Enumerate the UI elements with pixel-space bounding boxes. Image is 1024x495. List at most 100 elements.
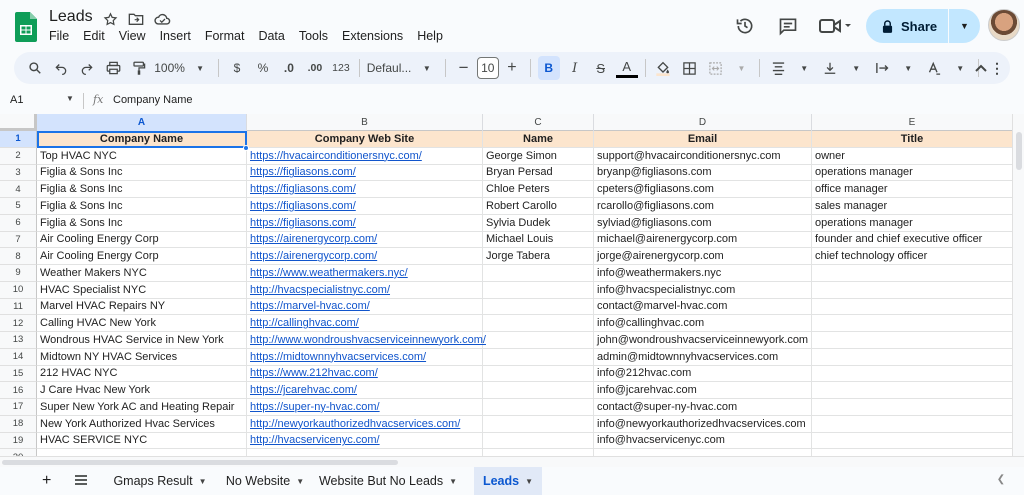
- row-header[interactable]: 18: [0, 415, 37, 433]
- cell-name[interactable]: Jorge Tabera: [483, 248, 594, 265]
- decrease-font-size-icon[interactable]: −: [453, 56, 475, 80]
- cell-title[interactable]: sales manager: [812, 198, 1012, 215]
- menu-format[interactable]: Format: [205, 29, 245, 43]
- row-header[interactable]: 2: [0, 147, 37, 165]
- share-dropdown-icon[interactable]: ▼: [949, 21, 980, 31]
- sheet-tab-leads[interactable]: Leads ▼: [474, 467, 542, 495]
- share-button[interactable]: Share: [866, 9, 948, 43]
- row-header[interactable]: 10: [0, 281, 37, 299]
- cell-email[interactable]: contact@super-ny-hvac.com: [594, 399, 812, 416]
- sheet-tab-dropdown-icon[interactable]: ▼: [296, 477, 304, 486]
- cell-email[interactable]: info@jcarehvac.com: [594, 382, 812, 399]
- row-header[interactable]: 13: [0, 332, 37, 349]
- header-cell-company-web-site[interactable]: Company Web Site: [247, 131, 483, 148]
- cell-title[interactable]: [812, 349, 1012, 366]
- cell-name[interactable]: [483, 449, 594, 456]
- cell-name[interactable]: [483, 365, 594, 383]
- cell-name[interactable]: [483, 265, 594, 282]
- scroll-tabs-icon[interactable]: ❮: [992, 474, 1010, 488]
- cell-name[interactable]: [483, 332, 594, 349]
- row-header[interactable]: 12: [0, 315, 37, 332]
- decrease-decimal-button[interactable]: .0: [278, 56, 300, 80]
- cell-name[interactable]: [483, 415, 594, 433]
- cell-title[interactable]: chief technology officer: [812, 248, 1012, 265]
- cell-email[interactable]: rcarollo@figliasons.com: [594, 198, 812, 215]
- cell-name[interactable]: George Simon: [483, 147, 594, 165]
- column-header-e[interactable]: E: [812, 114, 1012, 131]
- all-sheets-icon[interactable]: [74, 474, 88, 489]
- cell-email[interactable]: bryanp@figliasons.com: [594, 164, 812, 182]
- currency-format-button[interactable]: $: [226, 56, 248, 80]
- row-header[interactable]: 1: [0, 131, 37, 148]
- cell-email[interactable]: jorge@airenergycorp.com: [594, 248, 812, 265]
- cell-name[interactable]: Chloe Peters: [483, 181, 594, 198]
- row-header[interactable]: 11: [0, 298, 37, 316]
- menu-help[interactable]: Help: [417, 29, 443, 43]
- cell-company-web-site[interactable]: https://airenergycorp.com/: [247, 231, 483, 249]
- row-header[interactable]: 6: [0, 214, 37, 232]
- vertical-scrollbar-thumb[interactable]: [1016, 132, 1022, 170]
- horizontal-scrollbar[interactable]: [0, 456, 1024, 467]
- vertical-align-icon[interactable]: [819, 56, 841, 80]
- cell-email[interactable]: sylviad@figliasons.com: [594, 214, 812, 232]
- cell-company-name[interactable]: Top HVAC NYC: [37, 147, 247, 165]
- cell-email[interactable]: info@212hvac.com: [594, 365, 812, 383]
- font-dropdown-icon[interactable]: ▼: [416, 56, 438, 80]
- row-header[interactable]: 20: [0, 449, 37, 456]
- print-icon[interactable]: [102, 56, 124, 80]
- cell-company-web-site[interactable]: https://figliasons.com/: [247, 181, 483, 198]
- header-cell-email[interactable]: Email: [594, 131, 812, 148]
- column-header-b[interactable]: B: [247, 114, 483, 131]
- cell-name[interactable]: [483, 298, 594, 316]
- horizontal-scrollbar-thumb[interactable]: [2, 460, 398, 465]
- horizontal-align-dropdown-icon[interactable]: ▼: [793, 56, 815, 80]
- row-header[interactable]: 9: [0, 265, 37, 282]
- fill-color-icon[interactable]: [652, 56, 674, 80]
- menu-view[interactable]: View: [119, 29, 146, 43]
- cell-name[interactable]: Robert Carollo: [483, 198, 594, 215]
- row-header[interactable]: 8: [0, 248, 37, 265]
- increase-decimal-button[interactable]: .00: [304, 56, 326, 80]
- cell-email[interactable]: michael@airenergycorp.com: [594, 231, 812, 249]
- cell-title[interactable]: [812, 449, 1012, 456]
- text-color-button[interactable]: A: [615, 58, 638, 78]
- cell-name[interactable]: [483, 281, 594, 299]
- cell-email[interactable]: john@wondroushvacserviceinnewyork.com: [594, 332, 812, 349]
- font-size-input[interactable]: 10: [476, 57, 499, 79]
- italic-button[interactable]: I: [564, 56, 586, 80]
- cell-email[interactable]: [594, 449, 812, 456]
- sheet-tab-dropdown-icon[interactable]: ▼: [199, 477, 207, 486]
- cell-company-web-site[interactable]: [247, 449, 483, 456]
- cell-name[interactable]: [483, 348, 594, 366]
- collapse-toolbar-icon[interactable]: [970, 56, 992, 80]
- vertical-scrollbar[interactable]: [1012, 114, 1024, 459]
- cell-title[interactable]: [812, 366, 1012, 383]
- cell-company-name[interactable]: 212 HVAC NYC: [37, 365, 247, 383]
- paint-format-icon[interactable]: [128, 56, 150, 80]
- header-cell-title[interactable]: Title: [812, 131, 1012, 148]
- spreadsheet-grid[interactable]: ABCDE 1 Company Name Company Web Site Name E…: [0, 114, 1012, 456]
- cell-company-name[interactable]: HVAC Specialist NYC: [37, 281, 247, 299]
- font-select[interactable]: Defaul...: [367, 56, 412, 80]
- cell-title[interactable]: [812, 282, 1012, 299]
- cell-company-name[interactable]: Wondrous HVAC Service in New York: [37, 332, 247, 349]
- cell-name[interactable]: [483, 399, 594, 416]
- column-header-d[interactable]: D: [594, 114, 812, 131]
- sheet-tab-gmaps-result[interactable]: Gmaps Result ▼: [104, 467, 216, 495]
- history-icon[interactable]: [733, 14, 757, 38]
- row-header[interactable]: 4: [0, 181, 37, 198]
- text-wrapping-icon[interactable]: [871, 56, 893, 80]
- cell-title[interactable]: [812, 315, 1012, 332]
- cell-name[interactable]: Bryan Persad: [483, 164, 594, 182]
- column-header-a[interactable]: A: [37, 114, 247, 131]
- fill-handle[interactable]: [243, 145, 249, 151]
- cell-company-name[interactable]: Weather Makers NYC: [37, 265, 247, 282]
- cell-company-web-site[interactable]: http://newyorkauthorizedhvacservices.com…: [247, 415, 483, 433]
- avatar[interactable]: [988, 9, 1020, 41]
- cell-company-web-site[interactable]: https://figliasons.com/: [247, 198, 483, 215]
- move-folder-icon[interactable]: [127, 10, 145, 28]
- borders-icon[interactable]: [678, 56, 700, 80]
- cell-company-web-site[interactable]: https://super-ny-hvac.com/: [247, 399, 483, 416]
- zoom-select[interactable]: 100%: [154, 56, 185, 80]
- menu-data[interactable]: Data: [258, 29, 284, 43]
